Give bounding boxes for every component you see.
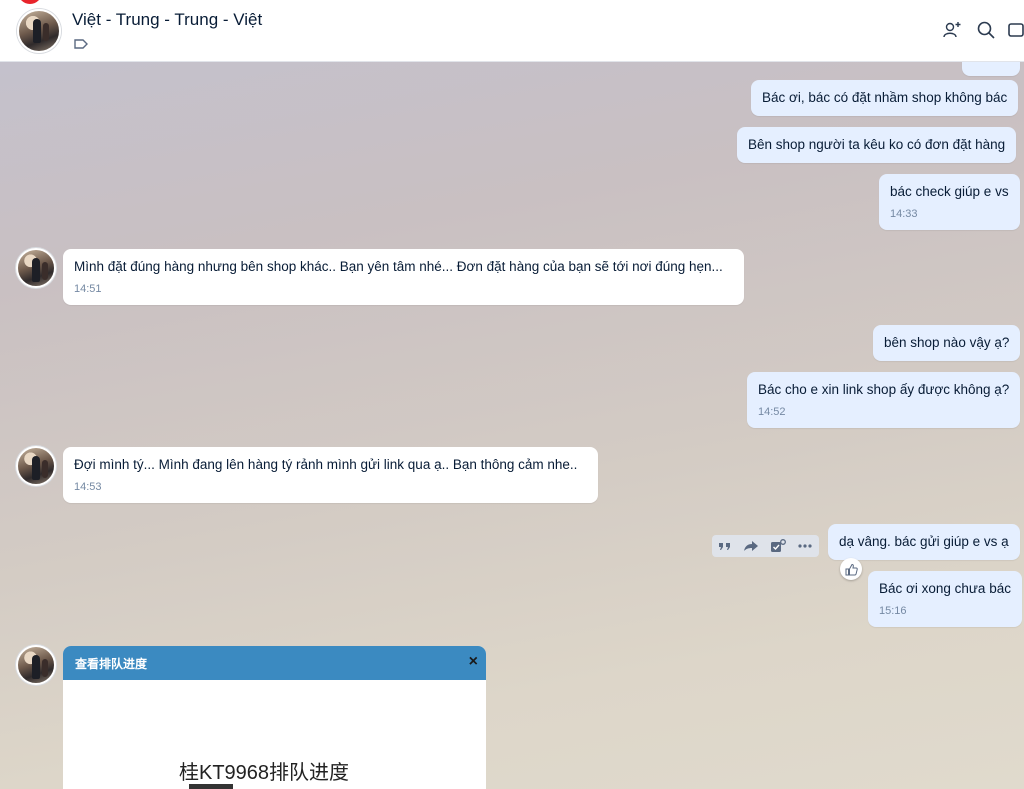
message-bubble-mine[interactable]: Bên shop người ta kêu ko có đơn đặt hàng	[737, 127, 1017, 163]
message-bubble-mine[interactable]: dạ vâng. bác gửi giúp e vs ạ	[828, 524, 1020, 560]
tag-icon[interactable]	[74, 38, 88, 50]
reaction-button[interactable]	[840, 558, 862, 580]
message-time: 14:51	[74, 283, 102, 295]
card-header: 查看排队进度 ×	[63, 646, 486, 680]
add-member-icon[interactable]	[942, 20, 962, 40]
message-time: 15:16	[879, 605, 907, 617]
chat-title[interactable]: Việt - Trung - Trung - Việt	[72, 10, 262, 30]
forward-icon[interactable]	[743, 540, 759, 552]
message-time: 14:53	[74, 481, 102, 493]
message-text: Bác ơi xong chưa bác	[879, 581, 1011, 596]
message-time: 14:52	[758, 406, 786, 418]
message-time: 14:33	[890, 208, 918, 220]
message-text: dạ vâng. bác gửi giúp e vs ạ	[839, 534, 1009, 549]
group-avatar[interactable]	[17, 9, 61, 53]
quote-icon[interactable]	[718, 540, 732, 552]
message-bubble-mine[interactable]: bên shop nào vậy ạ?	[873, 325, 1021, 361]
more-icon[interactable]	[797, 543, 813, 549]
message-text: Bác ơi, bác có đặt nhầm shop không bác	[762, 90, 1008, 105]
chat-header: Việt - Trung - Trung - Việt	[0, 0, 1024, 62]
message-bubble-theirs[interactable]: Đợi mình tý... Mình đang lên hàng tý rản…	[63, 447, 598, 503]
task-icon[interactable]	[770, 539, 787, 553]
card-image-strip	[189, 784, 233, 789]
message-text: Mình đặt đúng hàng nhưng bên shop khác..…	[74, 259, 723, 274]
message-text: Bên shop người ta kêu ko có đơn đặt hàng	[748, 137, 1006, 152]
message-text: bác check giúp e vs	[890, 184, 1009, 199]
sender-avatar[interactable]	[16, 248, 56, 288]
message-text: Bác cho e xin link shop ấy được không ạ?	[758, 382, 1010, 397]
message-text: bên shop nào vậy ạ?	[884, 335, 1010, 350]
search-icon[interactable]	[976, 20, 996, 40]
video-call-icon[interactable]	[1008, 20, 1024, 40]
message-bubble-theirs[interactable]: Mình đặt đúng hàng nhưng bên shop khác..…	[63, 249, 744, 305]
shared-link-card[interactable]: 查看排队进度 × 桂KT9968排队进度	[63, 646, 486, 789]
message-bubble-mine[interactable]: bác check giúp e vs 14:33	[879, 174, 1020, 230]
message-bubble-mine[interactable]: Bác ơi xong chưa bác 15:16	[868, 571, 1022, 627]
message-bubble-mine[interactable]: Bác cho e xin link shop ấy được không ạ?…	[747, 372, 1021, 428]
message-bubble-mine[interactable]: Bác ơi, bác có đặt nhầm shop không bác	[751, 80, 1019, 116]
thumbs-up-icon	[845, 563, 858, 575]
message-action-bar	[712, 535, 819, 557]
sender-avatar[interactable]	[16, 446, 56, 486]
card-title: 查看排队进度	[75, 657, 148, 671]
message-text: Đợi mình tý... Mình đang lên hàng tý rản…	[74, 457, 578, 472]
sender-avatar[interactable]	[16, 645, 56, 685]
message-bubble-partial[interactable]	[962, 62, 1020, 76]
close-icon[interactable]: ×	[469, 653, 478, 671]
card-heading: 桂KT9968排队进度	[179, 762, 350, 784]
notification-badge	[18, 0, 42, 4]
